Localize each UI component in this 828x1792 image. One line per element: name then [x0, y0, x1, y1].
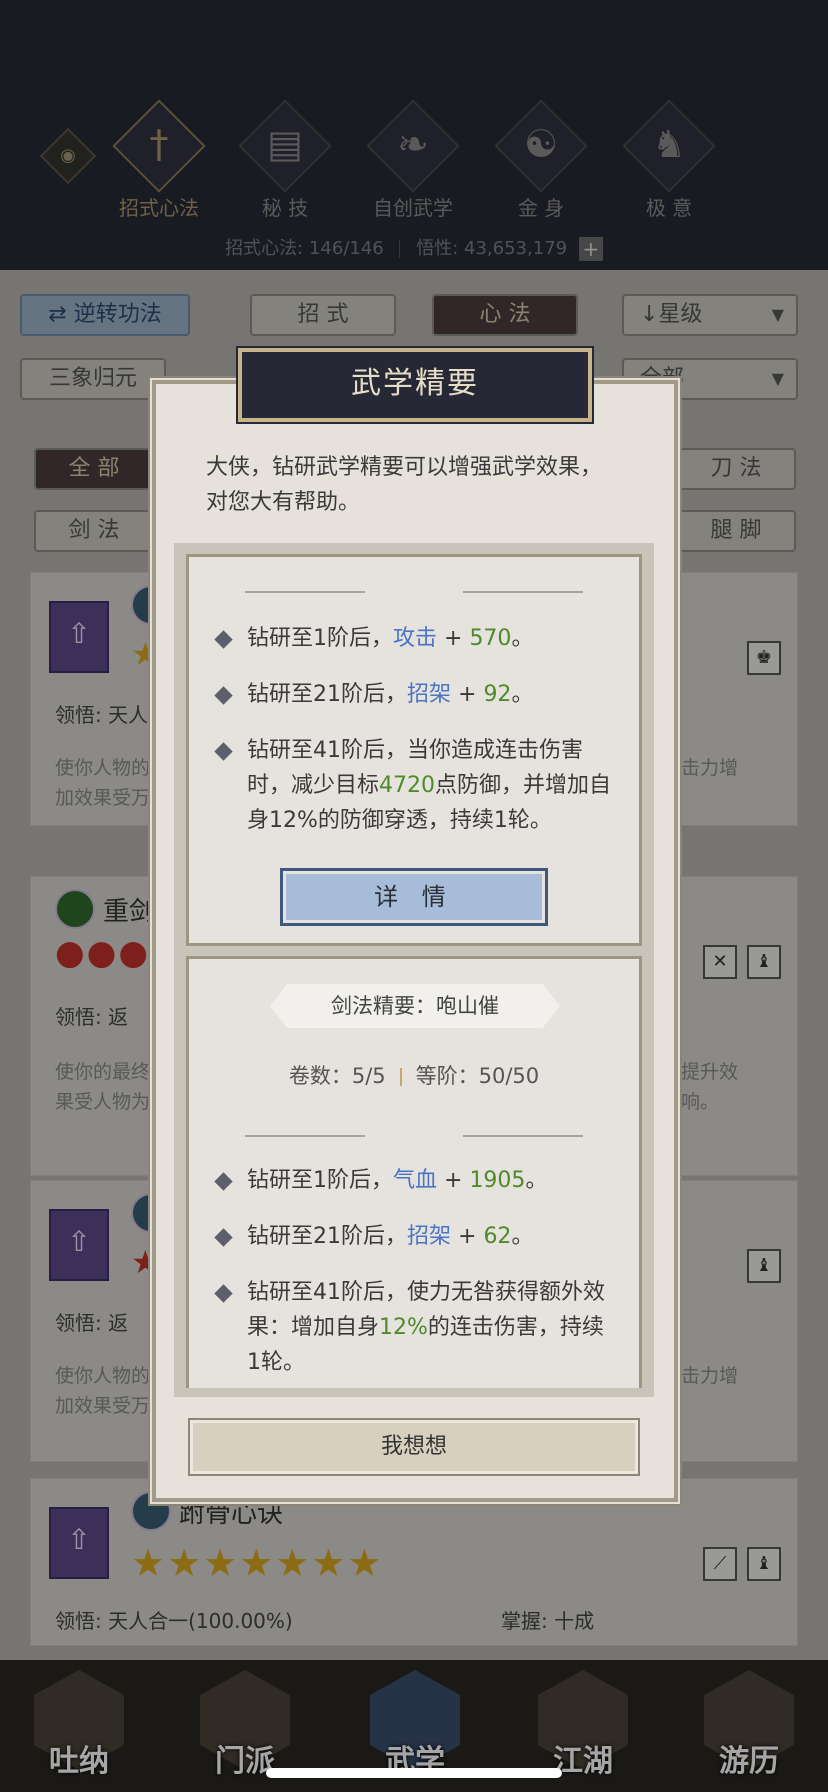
- diamond-bullet-icon: [214, 1172, 233, 1191]
- diamond-bullet-icon: [214, 686, 233, 705]
- dialog-intro: 大侠，钻研武学精要可以增强武学效果，对您大有帮助。: [206, 455, 603, 515]
- effect-line: 钻研至1阶后，气血 + 1905。: [214, 1163, 617, 1198]
- diamond-bullet-icon: [214, 630, 233, 649]
- diamond-bullet-icon: [214, 1284, 233, 1303]
- details-button[interactable]: 详 情: [280, 868, 548, 926]
- volume-rank-line: 卷数：5/5 等阶：50/50: [288, 1064, 540, 1088]
- think-about-it-button[interactable]: 我想想: [188, 1418, 640, 1476]
- diamond-bullet-icon: [214, 742, 233, 761]
- diamond-bullet-icon: [214, 1228, 233, 1247]
- effect-line: 钻研至1阶后，攻击 + 570。: [214, 621, 617, 656]
- effect-line: 钻研至21阶后，招架 + 92。: [214, 677, 617, 712]
- effect-line: 钻研至21阶后，招架 + 62。: [214, 1219, 617, 1254]
- dialog-title: 武学精要: [238, 348, 592, 422]
- effect-line: 钻研至41阶后，当你造成连击伤害时，减少目标4720点防御，并增加自身12%的防…: [214, 733, 617, 838]
- effect-line: 钻研至41阶后，使力无咎获得额外效果：增加自身12%的连击伤害，持续1轮。: [214, 1275, 617, 1380]
- essence-name-tag: 剑法精要：咆山催: [270, 984, 560, 1028]
- home-indicator[interactable]: [266, 1768, 562, 1778]
